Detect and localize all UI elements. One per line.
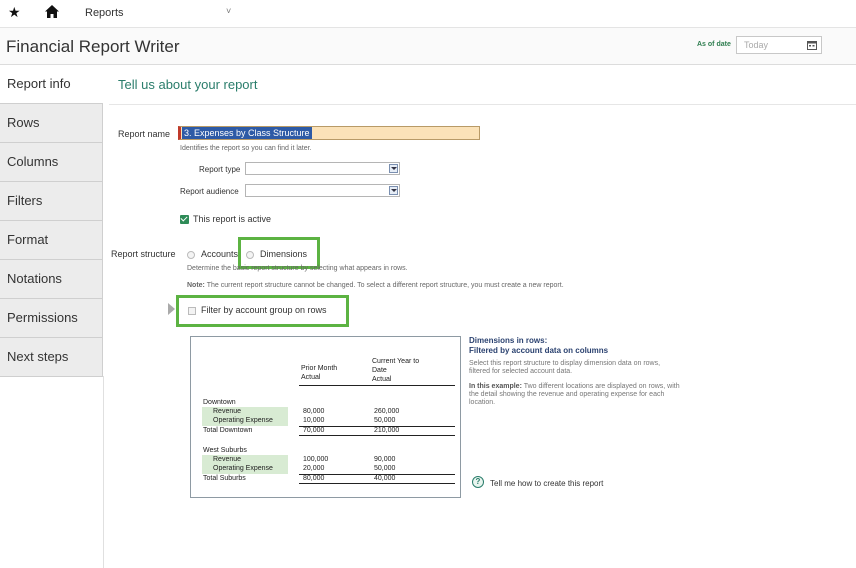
help-icon[interactable]: ?: [472, 476, 484, 488]
group-name: Downtown: [203, 399, 236, 406]
row-label: Operating Expense: [213, 465, 273, 472]
total-value: 210,000: [374, 427, 400, 434]
info-line: In this example: Two different locations…: [469, 383, 739, 391]
row-value: 10,000: [303, 417, 325, 424]
info-line: the detail showing the revenue and opera…: [469, 391, 665, 398]
header-rule: [299, 385, 455, 386]
total-label: Total Suburbs: [203, 475, 246, 482]
panel-title: Tell us about your report: [118, 77, 258, 92]
row-label: Revenue: [213, 408, 242, 415]
as-of-date-label: As of date: [697, 41, 731, 48]
report-audience-label: Report audience: [180, 187, 239, 196]
sidebar-item-label: Report info: [7, 76, 71, 91]
info-title-line2: Filtered by account data on columns: [469, 346, 609, 355]
note-bold: Note:: [187, 282, 205, 289]
dropdown-arrow-icon[interactable]: [389, 186, 398, 195]
group-name: West Suburbs: [203, 447, 247, 454]
info-example-bold: In this example:: [469, 383, 522, 390]
note-text: The current report structure cannot be c…: [204, 282, 564, 289]
total-label: Total Downtown: [203, 427, 253, 434]
total-underline: [299, 435, 455, 436]
info-line: location.: [469, 399, 496, 406]
col2-header-line1: Current Year to: [372, 358, 420, 365]
sidebar-item-rows[interactable]: Rows: [0, 104, 103, 143]
info-line: filtered for selected account data.: [469, 368, 573, 375]
filter-checkbox-label: Filter by account group on rows: [201, 305, 327, 315]
row-value: 100,000: [303, 456, 329, 463]
info-title: Dimensions in rows: Filtered by account …: [469, 336, 608, 356]
col1-header-line1: Prior Month: [301, 365, 338, 372]
sidebar-item-notations[interactable]: Notations: [0, 260, 103, 299]
info-paragraph-1: Select this report structure to display …: [469, 360, 739, 376]
sidebar-item-filters[interactable]: Filters: [0, 182, 103, 221]
accounts-radio[interactable]: [187, 251, 195, 259]
info-line: Select this report structure to display …: [469, 360, 661, 367]
total-value: 40,000: [374, 475, 396, 482]
report-name-hint: Identifies the report so you can find it…: [180, 145, 312, 152]
breadcrumb-reports[interactable]: Reports: [85, 7, 124, 19]
active-label: This report is active: [193, 214, 272, 224]
info-line-text: Two different locations are displayed on…: [521, 383, 680, 390]
col2-header-line3: Actual: [372, 376, 392, 383]
mouse-cursor-icon: [168, 303, 175, 315]
row-label: Revenue: [213, 456, 242, 463]
home-icon[interactable]: [44, 4, 60, 19]
dimensions-radio-label: Dimensions: [260, 249, 308, 259]
filter-checkbox[interactable]: [188, 307, 196, 315]
active-checkbox[interactable]: [180, 215, 189, 224]
row-value: 260,000: [374, 408, 400, 415]
report-name-value: 3. Expenses by Class Structure: [182, 127, 312, 139]
sidebar-item-label: Format: [7, 232, 49, 247]
structure-note: Note: The current report structure canno…: [187, 282, 564, 289]
total-underline: [299, 483, 455, 484]
top-nav-bar: ★ Reports ˅: [0, 0, 856, 28]
total-value: 70,000: [303, 427, 325, 434]
sidebar-item-columns[interactable]: Columns: [0, 143, 103, 182]
info-paragraph-2: In this example: Two different locations…: [469, 383, 739, 407]
total-value: 80,000: [303, 475, 325, 482]
sidebar-item-label: Notations: [7, 271, 62, 286]
col2-header-line2: Date: [372, 367, 387, 374]
col1-header-line2: Actual: [301, 374, 321, 381]
sidebar-item-label: Filters: [7, 193, 43, 208]
report-type-label: Report type: [199, 165, 241, 174]
sidebar-item-label: Rows: [7, 115, 40, 130]
sidebar-item-next-steps[interactable]: Next steps: [0, 338, 103, 377]
sidebar-item-label: Permissions: [7, 310, 78, 325]
calendar-icon[interactable]: [807, 40, 817, 50]
date-placeholder: Today: [744, 40, 769, 50]
report-audience-select[interactable]: [245, 184, 400, 197]
row-value: 20,000: [303, 465, 325, 472]
report-type-select[interactable]: [245, 162, 400, 175]
panel-divider: [109, 104, 856, 105]
accounts-radio-label: Accounts: [201, 249, 239, 259]
info-title-line1: Dimensions in rows:: [469, 336, 548, 345]
star-icon[interactable]: ★: [8, 4, 21, 21]
help-link[interactable]: Tell me how to create this report: [490, 479, 603, 488]
example-report-illustration: Prior Month Actual Current Year to Date …: [190, 336, 461, 498]
row-value: 80,000: [303, 408, 325, 415]
report-name-label: Report name: [118, 129, 171, 139]
sidebar-item-permissions[interactable]: Permissions: [0, 299, 103, 338]
sidebar-divider: [103, 376, 104, 568]
chevron-down-icon[interactable]: ˅: [226, 6, 231, 16]
report-structure-label: Report structure: [111, 249, 176, 259]
structure-hint: Determine the basic report structure by …: [187, 265, 408, 272]
dimensions-radio[interactable]: [246, 251, 254, 259]
sidebar-item-label: Columns: [7, 154, 59, 169]
row-value: 90,000: [374, 456, 396, 463]
row-value: 50,000: [374, 465, 396, 472]
sidebar-item-label: Next steps: [7, 349, 69, 364]
row-label: Operating Expense: [213, 417, 273, 424]
as-of-date-input[interactable]: Today: [736, 36, 822, 54]
dropdown-arrow-icon[interactable]: [389, 164, 398, 173]
page-header: Financial Report Writer As of date Today: [0, 28, 856, 65]
page-title: Financial Report Writer: [6, 37, 180, 56]
report-name-input[interactable]: 3. Expenses by Class Structure: [178, 126, 480, 140]
sidebar-item-format[interactable]: Format: [0, 221, 103, 260]
sidebar: Report info Rows Columns Filters Format …: [0, 65, 103, 377]
row-value: 50,000: [374, 417, 396, 424]
sidebar-item-report-info[interactable]: Report info: [0, 65, 103, 104]
